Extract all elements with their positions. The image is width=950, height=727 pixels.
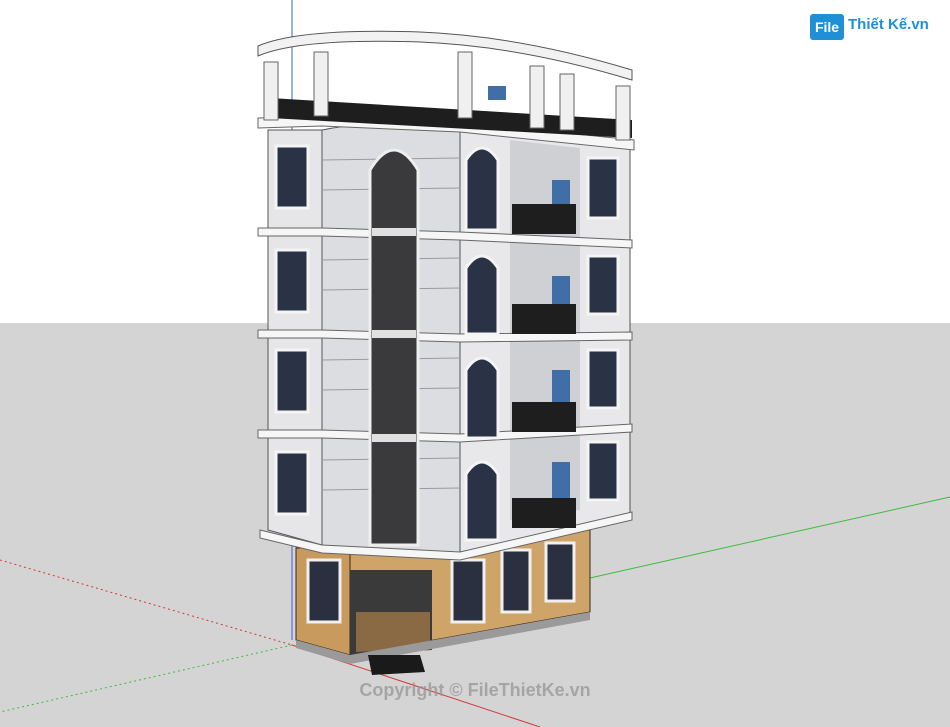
logo-badge: File xyxy=(810,14,844,40)
copyright-watermark: Copyright © FileThietKe.vn xyxy=(359,680,591,700)
sketchup-viewport: File Thiết Kế.vn Copyright © FileThietKe… xyxy=(0,0,950,727)
logo-text: Thiết Kế.vn xyxy=(848,16,929,33)
building-3d-render xyxy=(0,0,950,727)
site-logo: File Thiết Kế.vn xyxy=(808,8,940,46)
upper-floors xyxy=(257,115,635,561)
